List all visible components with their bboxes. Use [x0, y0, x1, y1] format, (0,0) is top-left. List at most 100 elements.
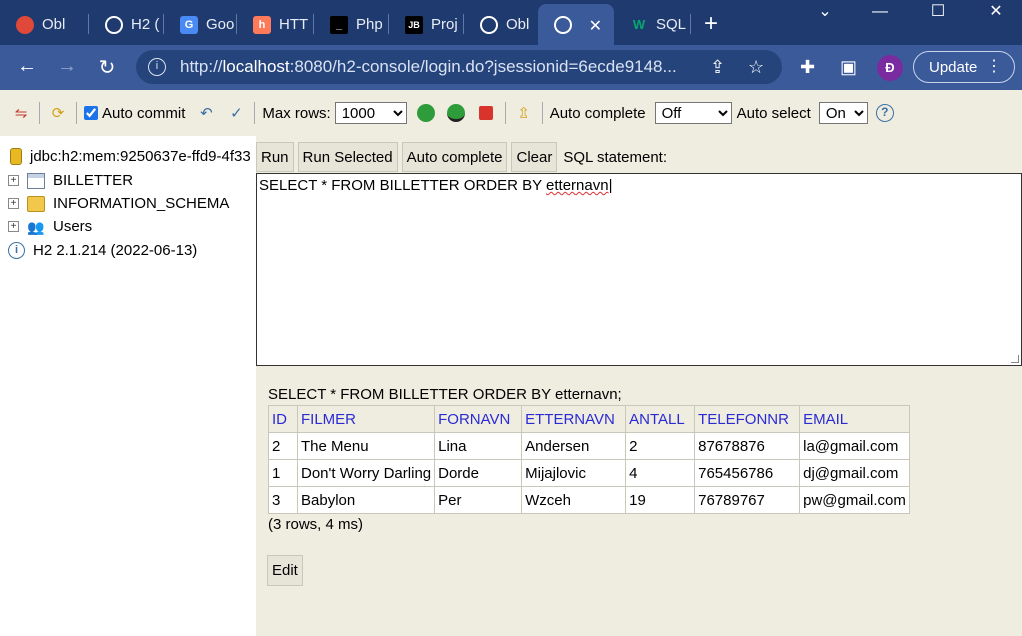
close-icon[interactable]: ✕ [589, 16, 602, 36]
expand-icon[interactable]: + [8, 221, 19, 232]
tab-label: Php [356, 16, 383, 33]
auto-commit-label: Auto commit [102, 104, 186, 122]
browser-tab[interactable]: G Goo [164, 4, 236, 45]
back-arrow-icon[interactable]: ← [14, 55, 40, 78]
commit-icon[interactable]: ✓ [225, 102, 247, 124]
auto-commit-checkbox[interactable] [84, 106, 98, 120]
edit-button[interactable]: Edit [267, 555, 303, 586]
history-icon[interactable]: ⇫ [513, 102, 535, 124]
query-panel: Run Run Selected Auto complete Clear SQL… [256, 136, 1022, 636]
table-icon [27, 172, 45, 189]
run-button[interactable]: Run [256, 142, 294, 172]
table-header-row: ID FILMER FORNAVN ETTERNAVN ANTALL TELEF… [268, 405, 910, 433]
browser-tab[interactable]: W SQL [614, 4, 690, 45]
table-cell: 87678876 [694, 432, 801, 460]
disconnect-icon[interactable]: ⇋ [10, 102, 32, 124]
table-cell: 3 [268, 486, 298, 514]
help-icon[interactable]: ? [875, 104, 894, 122]
auto-complete-button[interactable]: Auto complete [401, 142, 508, 172]
table-cell: 2 [268, 432, 298, 460]
maximize-icon[interactable]: ☐ [913, 2, 963, 26]
h2-toolbar: ⇋ ⟳ Auto commit ↶ ✓ Max rows: 1000 ⇫ Aut… [0, 90, 1022, 136]
table-row: 1 Don't Worry Darling Dorde Mijajlovic 4… [268, 459, 910, 487]
update-button[interactable]: Update ⋮ [913, 51, 1015, 83]
expand-icon[interactable]: + [8, 198, 19, 209]
column-header[interactable]: ANTALL [625, 405, 696, 433]
menu-dots-icon[interactable]: ⋮ [986, 56, 1002, 76]
table-cell: Babylon [296, 486, 436, 514]
minimize-icon[interactable]: — [855, 2, 905, 26]
run-selected-button[interactable]: Run Selected [297, 142, 398, 172]
column-header[interactable]: FORNAVN [434, 405, 523, 433]
jetbrains-icon: JB [405, 15, 423, 34]
browser-tab[interactable]: Obl [0, 4, 88, 45]
bookmark-star-icon[interactable]: ☆ [748, 57, 764, 78]
browser-tab[interactable]: Obl [464, 4, 538, 45]
address-bar[interactable]: i http://localhost:8080/h2-console/login… [136, 50, 782, 84]
tree-item-label: INFORMATION_SCHEMA [53, 195, 230, 212]
new-tab-button[interactable]: + [704, 10, 718, 38]
tree-item-information-schema[interactable]: + INFORMATION_SCHEMA [0, 195, 256, 212]
run-selected-icon[interactable] [446, 104, 465, 122]
share-icon[interactable]: ⇪ [710, 57, 725, 78]
result-summary: (3 rows, 4 ms) [268, 516, 364, 533]
red-circle-icon [16, 15, 34, 34]
url-text[interactable]: http://localhost:8080/h2-console/login.d… [180, 57, 700, 77]
globe-icon [480, 15, 498, 34]
tree-item-users[interactable]: + 👥 Users [0, 218, 256, 235]
google-translate-icon: G [180, 15, 198, 34]
column-header[interactable]: ETTERNAVN [521, 405, 627, 433]
column-header[interactable]: TELEFONNR [694, 405, 801, 433]
editor-button-row: Run Run Selected Auto complete Clear SQL… [256, 142, 667, 172]
table-cell: Mijajlovic [521, 459, 627, 487]
reload-icon[interactable]: ↻ [94, 55, 120, 80]
table-cell: The Menu [296, 432, 436, 460]
table-cell: Dorde [434, 459, 523, 487]
side-panel-icon[interactable]: ▣ [840, 57, 857, 78]
tree-item-billetter[interactable]: + BILLETTER [0, 172, 256, 189]
browser-tab[interactable]: JB Proj [389, 4, 463, 45]
tab-label: H2 ( [131, 16, 160, 33]
close-window-icon[interactable]: ✕ [971, 2, 1021, 26]
browser-tab[interactable]: H2 ( [89, 4, 163, 45]
table-cell: Don't Worry Darling [296, 459, 436, 487]
rollback-icon[interactable]: ↶ [195, 102, 217, 124]
refresh-icon[interactable]: ⟳ [47, 102, 69, 124]
browser-tab[interactable]: h HTT [237, 4, 313, 45]
column-header[interactable]: ID [268, 405, 298, 433]
info-icon[interactable]: i [148, 58, 166, 76]
info-icon: i [8, 242, 25, 259]
max-rows-select[interactable]: 1000 [334, 102, 407, 124]
auto-select-select[interactable]: On [818, 102, 868, 124]
table-cell: Lina [434, 432, 523, 460]
stop-icon[interactable] [478, 106, 493, 120]
forward-arrow-icon[interactable]: → [54, 55, 80, 78]
column-header[interactable]: FILMER [296, 405, 436, 433]
clear-button[interactable]: Clear [511, 142, 558, 172]
sql-editor[interactable]: SELECT * FROM BILLETTER ORDER BY etterna… [256, 173, 1022, 366]
connection-node[interactable]: jdbc:h2:mem:9250637e-ffd9-4f33 [0, 148, 256, 165]
sql-statement-label: SQL statement: [563, 148, 668, 166]
column-header[interactable]: EMAIL [799, 405, 910, 433]
resize-handle[interactable] [1011, 355, 1019, 363]
tab-label: Proj [431, 16, 458, 33]
extensions-puzzle-icon[interactable]: ✚ [800, 57, 815, 78]
tab-strip: Obl H2 ( G Goo h HTT _ Php JB Proj Obl ✕… [0, 0, 1022, 45]
users-icon: 👥 [27, 218, 45, 235]
profile-avatar[interactable]: Đ [877, 55, 903, 81]
folder-icon [27, 195, 45, 212]
browser-tab[interactable]: _ Php [314, 4, 388, 45]
table-cell: la@gmail.com [799, 432, 910, 460]
connection-label: jdbc:h2:mem:9250637e-ffd9-4f33 [30, 148, 251, 165]
table-cell: Andersen [521, 432, 627, 460]
auto-complete-select[interactable]: Off [654, 102, 732, 124]
tree-item-label: BILLETTER [53, 172, 134, 189]
max-rows-label: Max rows: [262, 104, 331, 122]
tab-search-icon[interactable]: ⌄ [800, 2, 850, 26]
tab-label: Obl [506, 16, 530, 33]
expand-icon[interactable]: + [8, 175, 19, 186]
table-row: 3 Babylon Per Wzceh 19 76789767 pw@gmail… [268, 486, 910, 514]
run-icon[interactable] [416, 104, 435, 122]
browser-tab-active[interactable]: ✕ [538, 4, 614, 45]
w3schools-icon: W [632, 17, 646, 32]
